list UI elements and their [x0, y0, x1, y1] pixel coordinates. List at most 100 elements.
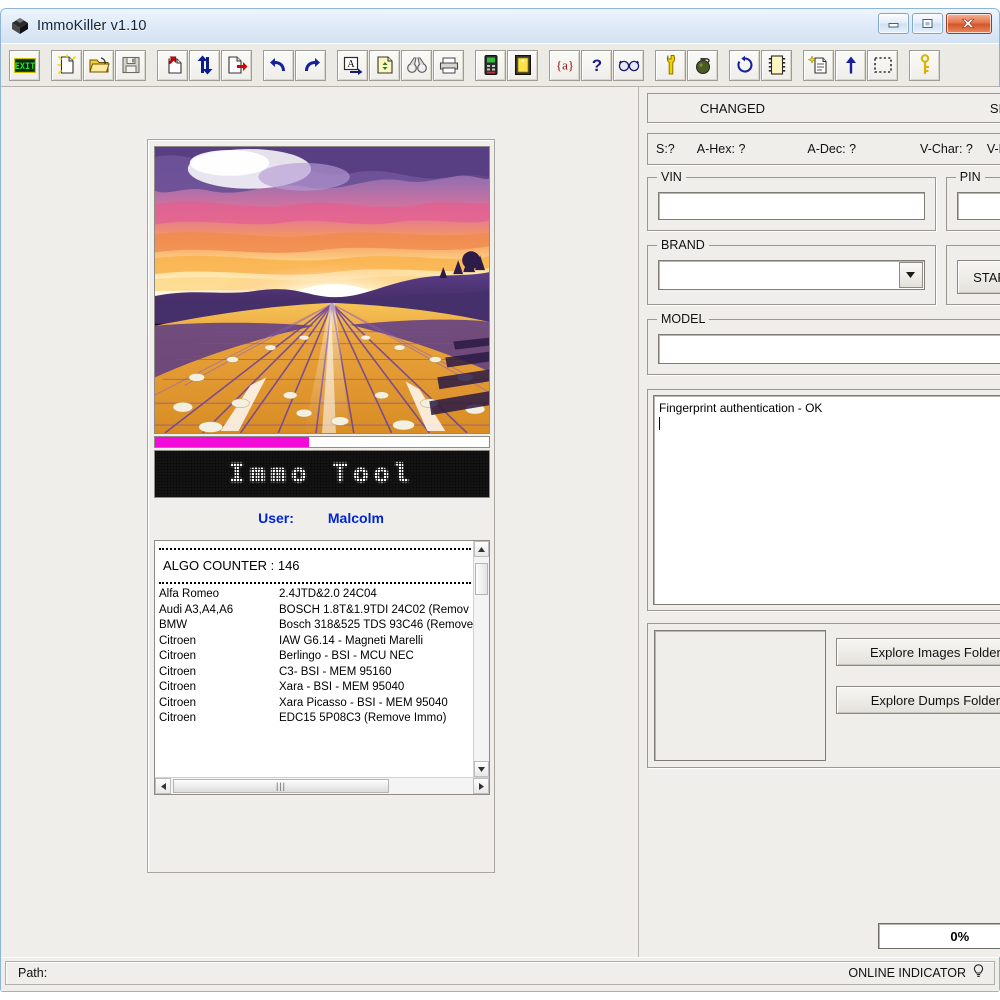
close-button[interactable] — [946, 13, 992, 34]
divider-bottom — [159, 582, 471, 584]
vehicle-brand: Audi A3,A4,A6 — [159, 603, 234, 616]
maximize-button[interactable] — [912, 13, 943, 34]
scroll-up-icon[interactable] — [474, 541, 489, 557]
vehicle-brand: Citroen — [159, 712, 197, 724]
divider-top — [159, 548, 471, 550]
new-doc-magic-button[interactable] — [803, 49, 834, 81]
lightbulb-icon — [973, 964, 984, 982]
left-pane: Immo Tool User: Malcolm ALGO COUNTER : 1… — [1, 87, 639, 957]
brand-combobox[interactable] — [658, 260, 925, 290]
vehicle-row[interactable]: BMW Bosch 318&525 TDS 93C46 (Remove — [159, 618, 473, 634]
stat-value-char: V-Char: ? — [920, 142, 973, 156]
undo-button[interactable] — [263, 49, 294, 81]
brand-start-row: BRAND START — [647, 238, 1000, 305]
vehicle-row[interactable]: Citroen Xara - BSI - MEM 95040 — [159, 680, 473, 696]
redo-arrow-icon — [301, 56, 321, 74]
memory-chip-icon — [768, 54, 786, 76]
user-row: User: Malcolm — [154, 506, 488, 530]
macro-button[interactable]: {a} — [549, 49, 580, 81]
ascii-export-button[interactable]: A — [337, 49, 368, 81]
vehicle-list: Alfa Romeo 2.4JTD&2.0 24C04 Audi A3,A4,A6 B… — [159, 587, 473, 727]
refresh-button[interactable] — [729, 49, 760, 81]
vehicle-row[interactable]: Citroen C3- BSI - MEM 95160 — [159, 665, 473, 681]
vehicle-description: 2.4JTD&2.0 24C04 — [279, 588, 377, 600]
progress-percent: 0% — [877, 923, 1000, 949]
glasses-button[interactable] — [613, 49, 644, 81]
transfer-button[interactable] — [189, 49, 220, 81]
read-eeprom-button[interactable] — [157, 49, 188, 81]
listbox-scroll-track[interactable] — [474, 557, 489, 761]
model-row: MODEL — [647, 312, 1000, 375]
model-group: MODEL — [647, 312, 1000, 375]
vehicle-row[interactable]: Citroen Xara Picasso - BSI - MEM 95040 — [159, 696, 473, 712]
select-region-button[interactable] — [867, 49, 898, 81]
redo-button[interactable] — [295, 49, 326, 81]
new-file-button[interactable] — [51, 49, 82, 81]
vehicle-description: Berlingo - BSI - MCU NEC — [279, 650, 414, 662]
grenade-button[interactable] — [687, 49, 718, 81]
exit-sign-icon: EXIT — [13, 57, 36, 73]
listbox-horizontal-scrollbar[interactable]: ||| — [155, 777, 489, 794]
save-file-button[interactable] — [115, 49, 146, 81]
wrench-button[interactable] — [655, 49, 686, 81]
vehicle-brand: Citroen — [159, 696, 197, 709]
refresh-circle-icon — [735, 55, 755, 75]
listbox-scroll-thumb[interactable] — [475, 563, 488, 595]
pin-input[interactable] — [956, 192, 1000, 220]
up-arrow-button[interactable] — [835, 49, 866, 81]
vehicle-row[interactable]: Citroen IAW G6.14 - Magneti Marelli — [159, 634, 473, 650]
log-textarea[interactable]: Fingerprint authentication - OK — [653, 395, 1000, 605]
handheld-device-icon — [483, 54, 499, 76]
vehicle-row[interactable]: Audi A3,A4,A6 BOSCH 1.8T&1.9TDI 24C02 (Re… — [159, 603, 473, 619]
print-button[interactable] — [433, 49, 464, 81]
scroll-left-icon[interactable] — [155, 778, 171, 794]
question-mark-icon: ? — [589, 55, 605, 75]
supported-vehicles-listbox[interactable]: ALGO COUNTER : 146 Alfa Romeo 2.4JTD&2.0 … — [154, 540, 490, 795]
size-label: SIZE — [989, 100, 1000, 116]
scroll-right-icon[interactable] — [473, 778, 489, 794]
key-button[interactable] — [909, 49, 940, 81]
online-indicator: ONLINE INDICATOR — [848, 964, 984, 982]
compare-button[interactable] — [369, 49, 400, 81]
device-button[interactable] — [475, 49, 506, 81]
vehicle-description: Bosch 318&525 TDS 93C46 (Remove — [279, 619, 473, 631]
hscroll-thumb[interactable]: ||| — [173, 779, 389, 793]
explore-side-list[interactable] — [654, 630, 826, 761]
dashed-selection-icon — [873, 56, 893, 74]
vin-input[interactable] — [658, 192, 925, 220]
listbox-vertical-scrollbar[interactable] — [473, 541, 489, 777]
user-name: Malcolm — [327, 510, 384, 526]
vehicle-row[interactable]: Citroen Berlingo - BSI - MCU NEC — [159, 649, 473, 665]
vehicle-brand: Citroen — [159, 650, 197, 662]
scroll-down-icon[interactable] — [474, 761, 489, 777]
svg-text:{a}: {a} — [555, 58, 573, 73]
exit-button[interactable]: EXIT — [9, 49, 40, 81]
memory-button[interactable] — [761, 49, 792, 81]
hscroll-track[interactable]: ||| — [171, 778, 473, 794]
sparkle-document-icon — [807, 54, 830, 76]
vehicle-row[interactable]: Alfa Romeo 2.4JTD&2.0 24C04 — [159, 587, 473, 603]
chevron-down-icon[interactable] — [898, 262, 923, 288]
app-diamond-icon — [10, 16, 30, 36]
vehicle-description: Xara Picasso - BSI - MEM 95040 — [279, 696, 448, 709]
explore-images-folder-button[interactable]: Explore Images Folder — [836, 638, 1000, 666]
brand-group: BRAND — [647, 238, 936, 305]
find-button[interactable] — [401, 49, 432, 81]
minimize-button[interactable] — [878, 13, 909, 34]
open-file-button[interactable] — [83, 49, 114, 81]
file-swap-icon — [374, 54, 396, 76]
vehicle-description: Xara - BSI - MEM 95040 — [279, 681, 405, 693]
explore-dumps-folder-button[interactable]: Explore Dumps Folder — [836, 686, 1000, 714]
svg-text:?: ? — [591, 56, 601, 75]
help-button[interactable]: ? — [581, 49, 612, 81]
write-eeprom-button[interactable] — [221, 49, 252, 81]
svg-text:A: A — [347, 59, 355, 70]
user-label: User: — [258, 510, 294, 526]
splash-progress-fill — [155, 437, 309, 447]
listbox-inner: ALGO COUNTER : 146 Alfa Romeo 2.4JTD&2.0 … — [155, 541, 489, 777]
wrench-icon — [662, 54, 680, 76]
model-combobox[interactable] — [658, 334, 1000, 364]
vehicle-row[interactable]: Citroen EDC15 5P08C3 (Remove Immo) — [159, 711, 473, 727]
start-button[interactable]: START — [956, 260, 1000, 294]
chip-button[interactable] — [507, 49, 538, 81]
